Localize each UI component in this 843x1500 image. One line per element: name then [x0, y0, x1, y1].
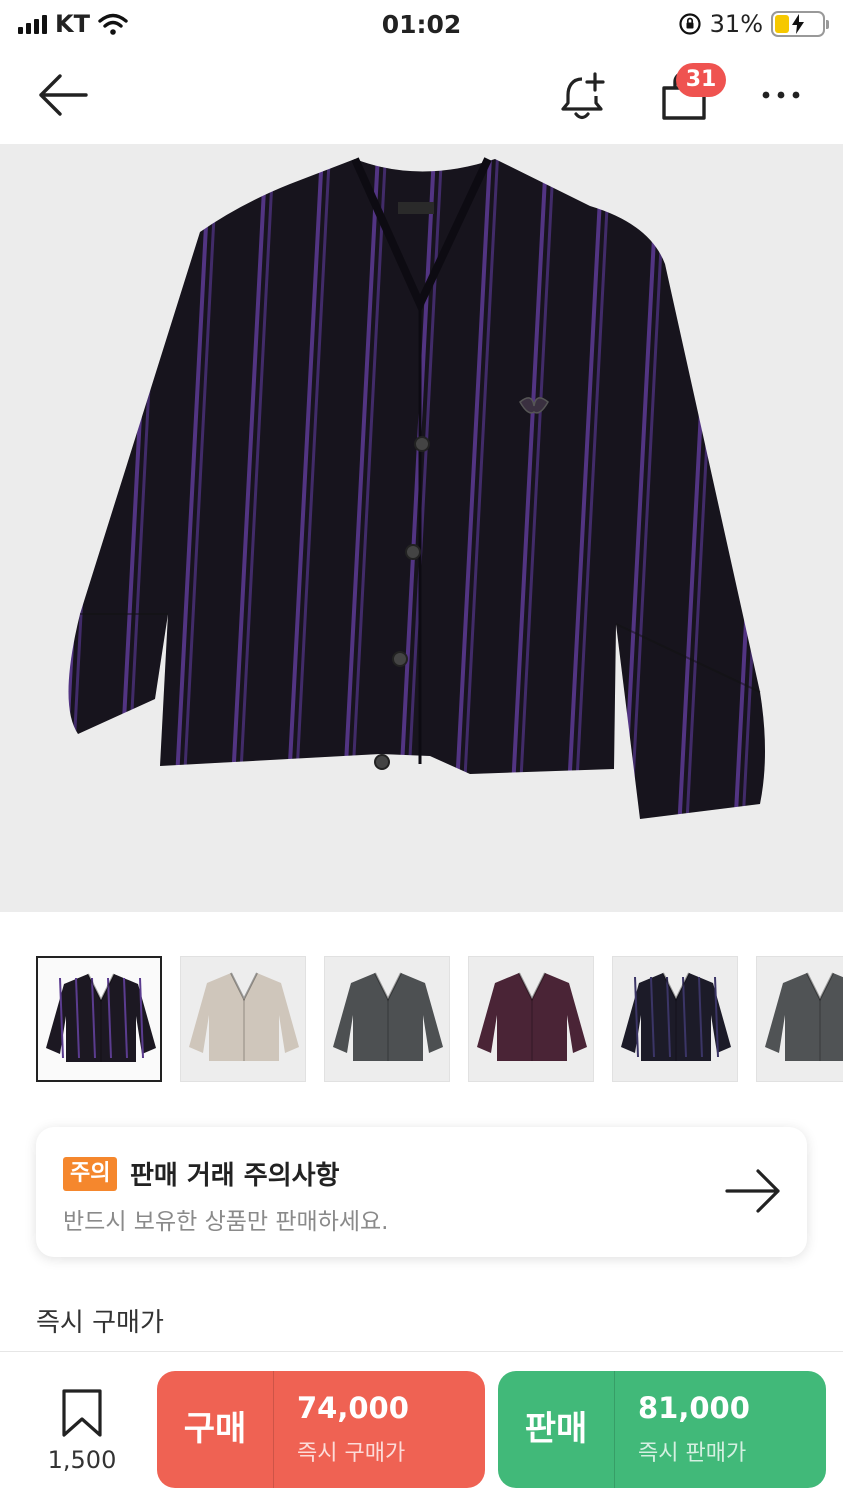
- arrow-right-icon: [725, 1169, 780, 1213]
- top-navigation: 31: [0, 48, 843, 144]
- product-thumbnail[interactable]: [612, 956, 738, 1082]
- caution-badge: 주의: [63, 1157, 118, 1191]
- battery-level: [775, 15, 790, 33]
- notification-add-bell-icon[interactable]: [556, 70, 608, 122]
- cardigan-thumbnail-icon: [189, 972, 299, 1061]
- wishlist-button[interactable]: 1,500: [40, 1382, 124, 1482]
- more-options-icon[interactable]: [756, 78, 806, 112]
- product-thumbnail[interactable]: [324, 956, 450, 1082]
- product-thumbnail[interactable]: [756, 956, 843, 1082]
- product-thumbnail[interactable]: [468, 956, 594, 1082]
- buy-price: 74,000: [297, 1391, 409, 1425]
- caution-subtitle: 반드시 보유한 상품만 판매하세요.: [63, 1209, 389, 1235]
- thumbnail-strip: [36, 956, 843, 1082]
- sell-price-label: 즉시 판매가: [638, 1441, 747, 1466]
- cardigan-thumbnail-icon: [765, 972, 843, 1061]
- wifi-icon: [98, 13, 128, 35]
- charging-bolt-icon: [792, 14, 804, 34]
- cardigan-thumbnail-icon: [333, 972, 443, 1061]
- bookmark-icon: [62, 1389, 102, 1437]
- caution-title: 판매 거래 주의사항: [130, 1161, 340, 1191]
- cardigan-thumbnail-icon: [46, 973, 156, 1062]
- cardigan-thumbnail-icon: [621, 972, 731, 1061]
- wishlist-count: 1,500: [47, 1446, 117, 1474]
- back-arrow-icon[interactable]: [36, 72, 90, 118]
- buy-button-label: 구매: [183, 1409, 247, 1449]
- orientation-lock-icon: [679, 13, 701, 35]
- battery-icon: [771, 11, 829, 37]
- signal-icon: [18, 14, 47, 34]
- cart-count-badge: 31: [676, 63, 726, 97]
- sell-caution-card[interactable]: 주의 판매 거래 주의사항 반드시 보유한 상품만 판매하세요.: [36, 1127, 807, 1257]
- sell-button-label: 판매: [524, 1409, 588, 1449]
- status-bar: KT 01:02 31%: [0, 0, 843, 48]
- product-hero-image[interactable]: [0, 144, 843, 912]
- product-thumbnail[interactable]: [180, 956, 306, 1082]
- cardigan-thumbnail-icon: [477, 972, 587, 1061]
- carrier-label: KT: [55, 10, 90, 38]
- buy-price-label: 즉시 구매가: [297, 1441, 406, 1466]
- instant-price-label: 즉시 구매가: [36, 1308, 164, 1338]
- battery-percent: 31%: [709, 10, 763, 38]
- product-detail-page: KT 01:02 31% 31 주의 판매 거래 주의사항 반드시 보유한 상품…: [0, 0, 843, 1500]
- product-thumbnail[interactable]: [36, 956, 162, 1082]
- buy-button[interactable]: 구매 74,000 즉시 구매가: [157, 1371, 485, 1488]
- sell-button[interactable]: 판매 81,000 즉시 판매가: [498, 1371, 826, 1488]
- bottom-action-bar: 1,500 구매 74,000 즉시 구매가 판매 81,000 즉시 판매가: [0, 1351, 843, 1500]
- cardigan-illustration: [68, 157, 765, 819]
- sell-price: 81,000: [638, 1391, 750, 1425]
